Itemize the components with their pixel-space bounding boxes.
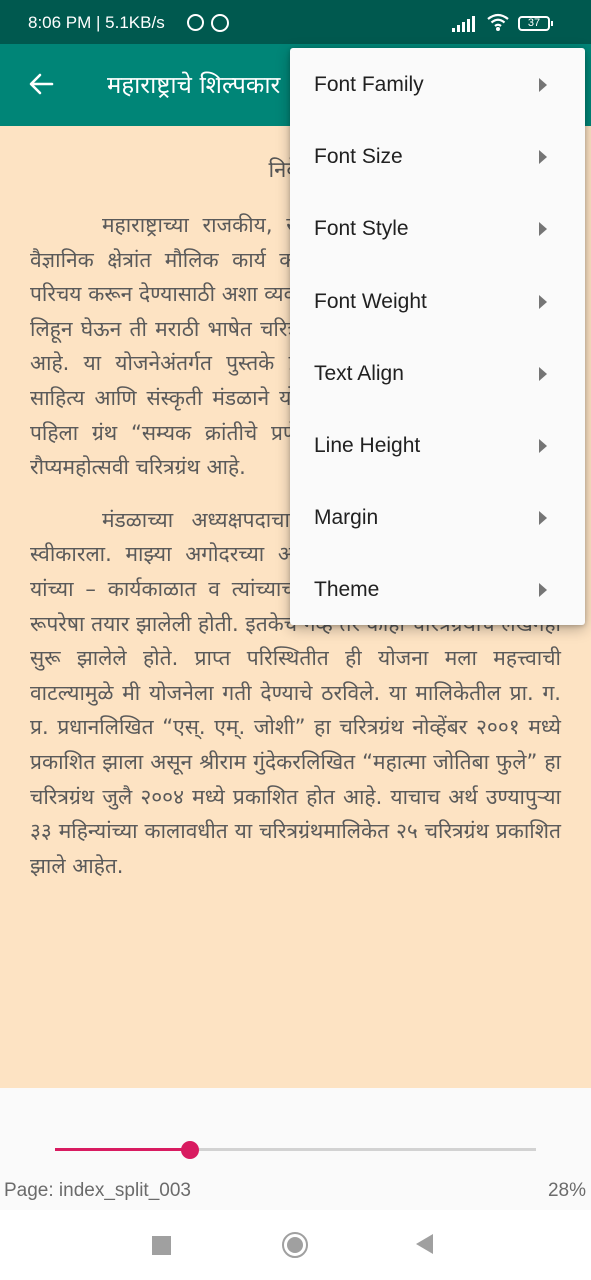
menu-item-label: Font Weight	[314, 289, 427, 313]
slider-fill	[55, 1148, 190, 1151]
status-time-speed: 8:06 PM | 5.1KB/s	[28, 13, 165, 32]
chevron-right-icon	[539, 583, 547, 598]
chevron-right-icon	[539, 294, 547, 309]
menu-item-label: Font Family	[314, 73, 424, 97]
whatsapp-icon	[211, 14, 229, 32]
signal-icon	[452, 16, 475, 32]
book-title: महाराष्ट्राचे शिल्पकार	[107, 71, 281, 99]
chevron-right-icon	[539, 222, 547, 237]
back-triangle-icon[interactable]	[416, 1234, 433, 1254]
menu-item-label: Font Size	[314, 145, 403, 169]
menu-item-font-family[interactable]: Font Family	[290, 49, 585, 121]
menu-item-font-size[interactable]: Font Size	[290, 121, 585, 193]
menu-item-text-align[interactable]: Text Align	[290, 338, 585, 410]
menu-item-line-height[interactable]: Line Height	[290, 410, 585, 482]
percent-label: 28%	[547, 1180, 586, 1201]
status-bar: 8:06 PM | 5.1KB/s 37	[0, 0, 591, 44]
recent-apps-icon[interactable]	[152, 1236, 171, 1255]
chevron-right-icon	[539, 150, 547, 165]
menu-item-label: Text Align	[314, 361, 404, 385]
menu-item-label: Font Style	[314, 217, 409, 241]
menu-item-font-style[interactable]: Font Style	[290, 193, 585, 265]
slider-thumb[interactable]	[180, 1141, 199, 1159]
back-arrow-icon[interactable]	[22, 64, 62, 104]
progress-panel: Page: index_split_003 28%	[0, 1088, 591, 1210]
home-icon[interactable]	[282, 1232, 308, 1258]
chevron-right-icon	[539, 439, 547, 454]
wifi-icon	[487, 13, 509, 31]
page-label: Page: index_split_003	[4, 1180, 191, 1201]
chevron-right-icon	[539, 366, 547, 381]
battery-icon: 37	[518, 16, 553, 31]
menu-item-label: Line Height	[314, 434, 421, 458]
reader-settings-menu: Font Family Font Size Font Style Font We…	[290, 48, 585, 625]
menu-item-theme[interactable]: Theme	[290, 554, 585, 626]
alarm-icon	[187, 14, 204, 31]
chevron-right-icon	[539, 78, 547, 93]
chevron-right-icon	[539, 511, 547, 526]
menu-item-label: Margin	[314, 506, 379, 530]
system-nav-bar	[0, 1210, 591, 1280]
progress-slider[interactable]	[55, 1140, 536, 1160]
menu-item-label: Theme	[314, 578, 380, 602]
menu-item-font-weight[interactable]: Font Weight	[290, 266, 585, 338]
menu-item-margin[interactable]: Margin	[290, 482, 585, 554]
